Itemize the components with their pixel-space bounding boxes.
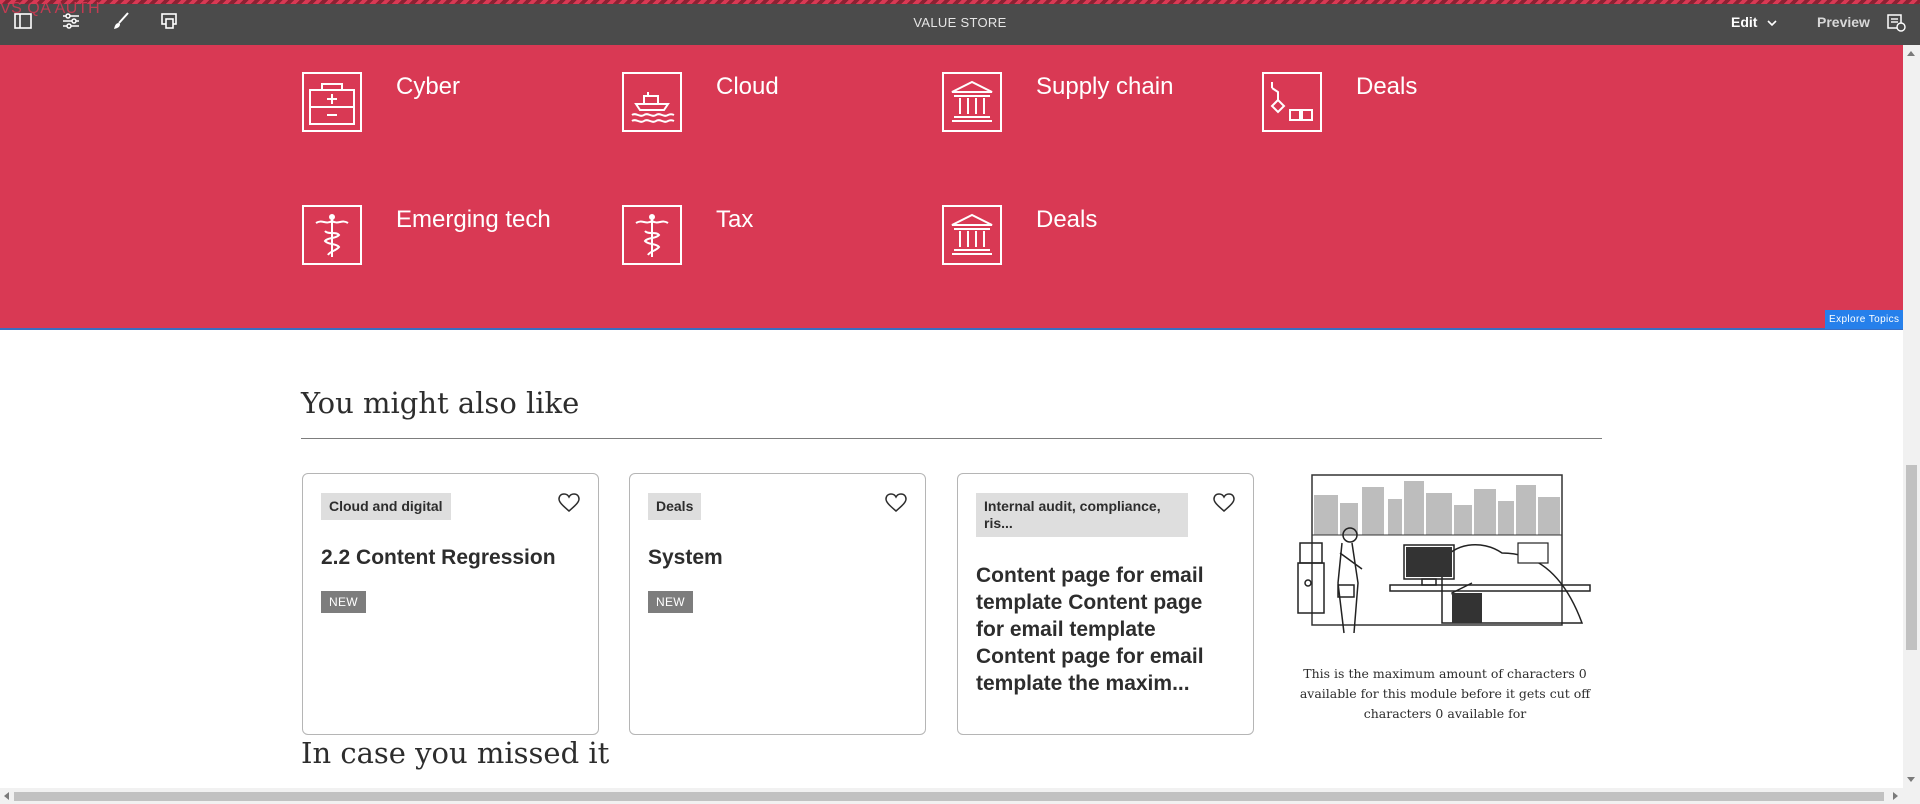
- brush-icon[interactable]: [110, 10, 132, 32]
- scroll-left-arrow-icon[interactable]: [4, 792, 9, 800]
- crane-icon: [1262, 72, 1322, 132]
- topic-cloud[interactable]: Cloud: [622, 72, 922, 142]
- scroll-down-arrow-icon[interactable]: [1907, 777, 1915, 782]
- topic-label: Supply chain: [1036, 73, 1174, 100]
- scroll-up-arrow-icon[interactable]: [1907, 51, 1915, 56]
- card-title[interactable]: System: [648, 544, 723, 571]
- new-badge: NEW: [648, 591, 693, 613]
- caduceus-icon: [302, 205, 362, 265]
- heart-icon[interactable]: [558, 493, 580, 513]
- divider: [301, 438, 1602, 439]
- annotations-icon[interactable]: [1886, 12, 1906, 32]
- chevron-down-icon[interactable]: [1766, 16, 1778, 28]
- category-tag[interactable]: Internal audit, compliance, ris...: [976, 493, 1188, 537]
- first-aid-kit-icon: [302, 72, 362, 132]
- bank-icon: [942, 205, 1002, 265]
- topic-label: Deals: [1356, 73, 1418, 100]
- edit-mode-button[interactable]: Edit: [1731, 14, 1757, 30]
- topic-tax[interactable]: Tax: [622, 205, 922, 275]
- scrollbar-thumb[interactable]: [14, 792, 1884, 801]
- related-card[interactable]: Deals System NEW: [629, 473, 926, 735]
- emulator-icon[interactable]: [158, 10, 180, 32]
- horizontal-scrollbar[interactable]: [0, 788, 1920, 804]
- topic-supply-chain[interactable]: Supply chain: [942, 72, 1242, 142]
- promo-cartoon-image[interactable]: [1292, 473, 1598, 653]
- related-card[interactable]: Internal audit, compliance, ris... Conte…: [957, 473, 1254, 735]
- topic-deals-2[interactable]: Deals: [942, 205, 1242, 275]
- page-properties-icon[interactable]: [60, 10, 82, 32]
- topic-label: Deals: [1036, 206, 1098, 233]
- heart-icon[interactable]: [885, 493, 907, 513]
- topic-deals[interactable]: Deals: [1262, 72, 1562, 142]
- toolbar-stripe: [0, 0, 1920, 4]
- topic-label: Tax: [716, 206, 754, 233]
- heart-icon[interactable]: [1213, 493, 1235, 513]
- topic-label: Cloud: [716, 73, 779, 100]
- topic-emerging-tech[interactable]: Emerging tech: [302, 205, 602, 275]
- side-panel-icon[interactable]: [12, 10, 34, 32]
- new-badge: NEW: [321, 591, 366, 613]
- caduceus-icon: [622, 205, 682, 265]
- scrollbar-thumb[interactable]: [1906, 465, 1917, 650]
- card-title[interactable]: Content page for email template Content …: [976, 562, 1226, 697]
- component-label-explore-topics[interactable]: Explore Topics: [1825, 310, 1904, 329]
- preview-button[interactable]: Preview: [1817, 14, 1870, 30]
- topic-label: Cyber: [396, 73, 461, 100]
- category-tag[interactable]: Deals: [648, 493, 702, 520]
- ship-icon: [622, 72, 682, 132]
- editor-toolbar: [0, 0, 1920, 45]
- topic-label: Emerging tech: [396, 206, 551, 233]
- promo-caption: This is the maximum amount of characters…: [1299, 666, 1591, 721]
- scroll-right-arrow-icon[interactable]: [1893, 792, 1898, 800]
- bank-icon: [942, 72, 1002, 132]
- missed-heading: In case you missed it: [301, 736, 610, 770]
- related-card[interactable]: Cloud and digital 2.2 Content Regression…: [302, 473, 599, 735]
- related-heading: You might also like: [301, 386, 580, 420]
- topic-cyber[interactable]: Cyber: [302, 72, 602, 142]
- card-title[interactable]: 2.2 Content Regression: [321, 544, 556, 571]
- category-tag[interactable]: Cloud and digital: [321, 493, 451, 520]
- vertical-scrollbar[interactable]: [1903, 45, 1920, 788]
